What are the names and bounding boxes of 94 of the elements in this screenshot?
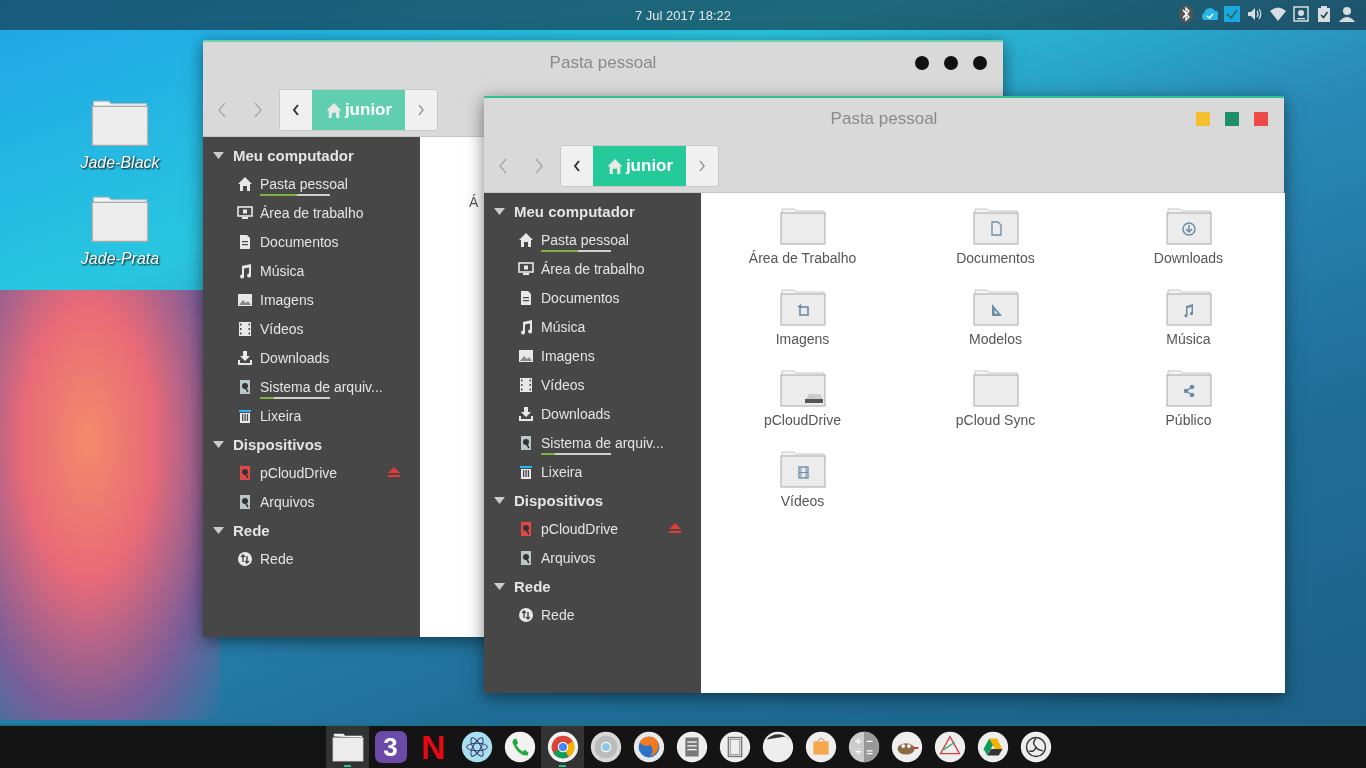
image-icon xyxy=(518,347,534,364)
network-icon xyxy=(518,606,534,623)
home-icon xyxy=(518,231,534,248)
chevron-right-icon xyxy=(534,157,544,175)
download-icon xyxy=(237,349,253,366)
folder-label[interactable]: Área de Trabalho xyxy=(748,250,857,266)
folder-icon xyxy=(779,370,826,408)
sidebar-item[interactable]: Imagens xyxy=(541,347,595,364)
drive-icon xyxy=(237,464,253,481)
user-icon[interactable] xyxy=(1338,5,1356,23)
app-launcher[interactable]: N xyxy=(412,726,455,768)
folder-icon xyxy=(972,289,1019,327)
folder-label[interactable]: Modelos xyxy=(969,331,1022,347)
folder-label[interactable]: pCloudDrive xyxy=(763,412,841,428)
folder-label[interactable]: Downloads xyxy=(1153,250,1224,266)
folder-label[interactable]: Documentos xyxy=(956,250,1035,266)
sidebar-item[interactable]: Vídeos xyxy=(541,376,585,393)
monitor-icon xyxy=(237,204,253,221)
expander-icon[interactable] xyxy=(494,582,505,590)
folder-icon xyxy=(779,208,826,246)
minimize-button[interactable] xyxy=(915,56,929,70)
bluetooth-icon[interactable] xyxy=(1177,5,1195,23)
home-icon xyxy=(605,158,624,174)
usage-bar xyxy=(260,396,330,399)
download-icon xyxy=(518,405,534,422)
document-icon xyxy=(518,289,534,306)
chevron-left-icon xyxy=(292,104,300,116)
folder-label[interactable]: Imagens xyxy=(775,331,830,347)
maximize-button[interactable] xyxy=(944,56,958,70)
clock[interactable]: 7 Jul 2017 18:22 xyxy=(634,7,732,23)
drive-icon xyxy=(237,493,253,510)
drive-icon xyxy=(518,549,534,566)
expander-icon[interactable] xyxy=(494,496,505,504)
window-title: Pasta pessoal xyxy=(549,53,657,73)
film-icon xyxy=(518,376,534,393)
display-icon[interactable] xyxy=(1292,5,1310,23)
folder-icon xyxy=(779,289,826,327)
close-button[interactable] xyxy=(973,56,987,70)
drive-icon xyxy=(237,378,253,395)
drive-icon xyxy=(518,520,534,537)
sidebar-item[interactable]: Sistema de arquiv... xyxy=(541,434,664,451)
usage-bar xyxy=(541,452,611,455)
browser-launcher[interactable] xyxy=(541,726,584,768)
clipboard-icon[interactable] xyxy=(1315,5,1333,23)
home-icon xyxy=(324,102,343,118)
sidebar-section-title[interactable]: Dispositivos xyxy=(514,491,604,509)
folder-label[interactable]: Público xyxy=(1165,412,1212,428)
folder-icon xyxy=(1165,289,1212,327)
chevron-right-icon xyxy=(417,104,425,116)
sidebar-item[interactable]: Arquivos xyxy=(541,549,596,566)
image-icon xyxy=(237,291,253,308)
sidebar-section-title[interactable]: Meu computador xyxy=(514,202,635,220)
trash-icon xyxy=(518,463,534,480)
sidebar-item[interactable]: Área de trabalho xyxy=(541,260,645,277)
folder-icon xyxy=(1165,370,1212,408)
music-note-icon xyxy=(237,262,253,279)
film-icon xyxy=(237,320,253,337)
sidebar-item[interactable]: Música xyxy=(541,318,586,335)
folder-launcher[interactable] xyxy=(326,726,369,768)
folder-icon xyxy=(972,208,1019,246)
network-icon xyxy=(237,550,253,567)
folder-icon xyxy=(91,100,149,148)
sidebar-item[interactable]: Documentos xyxy=(541,289,620,306)
folder-icon xyxy=(1165,208,1212,246)
sidebar-section-title[interactable]: Rede xyxy=(514,577,551,595)
chevron-right-icon xyxy=(698,160,706,172)
chevron-left-icon xyxy=(217,101,227,119)
usage-bar xyxy=(541,249,611,252)
sidebar-item[interactable]: Pasta pessoal xyxy=(541,231,629,248)
chevron-left-icon xyxy=(498,157,508,175)
usage-bar xyxy=(260,193,330,196)
sidebar-item[interactable]: Rede xyxy=(541,606,575,623)
window-title: Pasta pessoal xyxy=(830,109,938,129)
sidebar-item[interactable]: pCloudDrive xyxy=(541,520,619,537)
folder-icon xyxy=(91,195,149,244)
chevron-right-icon xyxy=(253,101,263,119)
folder-label[interactable]: pCloud Sync xyxy=(955,412,1036,428)
document-icon xyxy=(237,233,253,250)
music-note-icon xyxy=(518,318,534,335)
folder-label[interactable]: Vídeos xyxy=(780,493,825,509)
wifi-icon[interactable] xyxy=(1269,5,1287,23)
expander-icon[interactable] xyxy=(494,207,505,215)
folder-icon xyxy=(972,370,1019,408)
sidebar-item[interactable]: Lixeira xyxy=(541,463,583,480)
home-icon xyxy=(237,175,253,192)
trash-icon xyxy=(237,407,253,424)
folder-icon xyxy=(779,451,826,489)
sidebar-item[interactable]: Downloads xyxy=(541,405,611,422)
checkbox-icon[interactable] xyxy=(1223,5,1241,23)
monitor-icon xyxy=(518,260,534,277)
chevron-left-icon xyxy=(573,160,581,172)
cloud-check-icon[interactable] xyxy=(1200,5,1218,23)
drive-icon xyxy=(518,434,534,451)
folder-label[interactable]: Música xyxy=(1166,331,1211,347)
